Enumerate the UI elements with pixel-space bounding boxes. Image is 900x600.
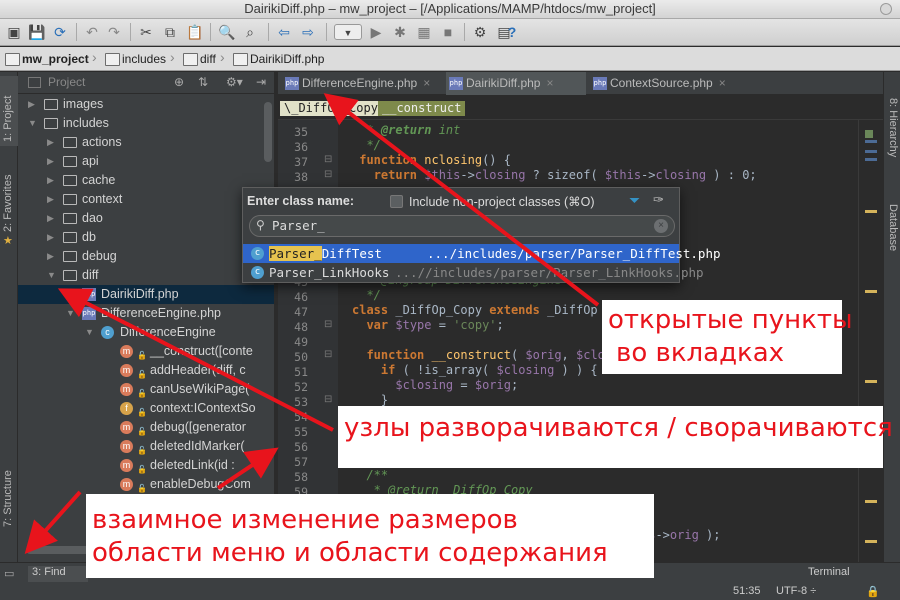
annotation-resize-line1: взаимное изменение размеров: [92, 505, 518, 535]
annotation-tabs: открытые пункты во вкладках: [602, 300, 853, 374]
annotation-nodes-text: узлы разворачиваются / сворачиваются: [344, 413, 893, 443]
arrow-to-tree-node: [57, 288, 334, 432]
arrow-to-splitter: [216, 447, 279, 490]
arrow-to-tabs: [323, 93, 600, 307]
annotation-resize: взаимное изменение размеров области меню…: [86, 494, 654, 578]
arrow-to-tree-bottom: [24, 490, 82, 554]
annotation-nodes: узлы разворачиваются / сворачиваются: [338, 406, 893, 468]
annotation-tabs-line1: открытые пункты: [608, 305, 853, 335]
annotation-tabs-line2: во вкладках: [616, 337, 785, 368]
annotation-resize-line2: области меню и области содержания: [92, 537, 608, 568]
